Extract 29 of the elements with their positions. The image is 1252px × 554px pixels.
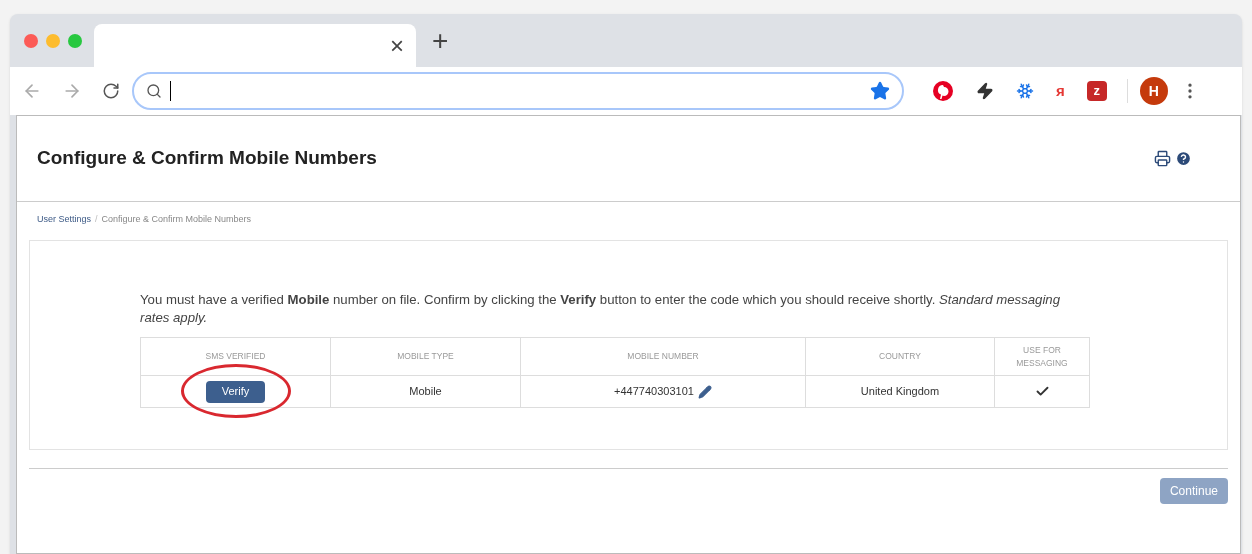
- search-icon: [146, 83, 162, 99]
- browser-tab[interactable]: ×: [94, 24, 416, 67]
- verify-button[interactable]: Verify: [205, 380, 266, 403]
- breadcrumb-separator: /: [95, 213, 98, 227]
- tab-close-button[interactable]: ×: [390, 33, 404, 58]
- snowflake-icon[interactable]: [1016, 82, 1034, 100]
- column-header: USE FOR MESSAGING: [1015, 343, 1069, 370]
- profile-avatar[interactable]: H: [1139, 77, 1168, 105]
- new-tab-button[interactable]: +: [432, 26, 449, 55]
- breadcrumb-current: Configure & Confirm Mobile Numbers: [101, 213, 252, 227]
- notice-text: You must have a verified Mobile number on file. Confirm by clicking the Verify button to enter the code which you should receive shortly. Standard messaging rates apply.: [140, 291, 1061, 327]
- column-header: MOBILE TYPE: [331, 338, 521, 375]
- edit-icon[interactable]: [697, 384, 712, 399]
- lightning-icon[interactable]: [976, 82, 994, 100]
- print-icon[interactable]: [1154, 150, 1171, 167]
- table-cell-text: +447740303101: [614, 384, 694, 400]
- table-cell: United Kingdom: [806, 376, 995, 407]
- extension-button[interactable]: я: [1056, 79, 1065, 103]
- column-header: SMS VERIFIED: [141, 338, 331, 375]
- table-cell: Mobile: [331, 376, 521, 407]
- pin-logo-icon[interactable]: [932, 80, 954, 102]
- column-header: COUNTRY: [806, 338, 995, 375]
- column-header: MOBILE NUMBER: [521, 338, 806, 375]
- reload-icon[interactable]: [102, 82, 120, 100]
- page-title: Configure & Confirm Mobile Numbers: [37, 146, 377, 171]
- breadcrumb-link[interactable]: User Settings: [37, 213, 92, 227]
- bookmark-star-icon[interactable]: [870, 81, 890, 101]
- help-icon[interactable]: [1175, 150, 1192, 167]
- extension-button[interactable]: z: [1086, 81, 1107, 101]
